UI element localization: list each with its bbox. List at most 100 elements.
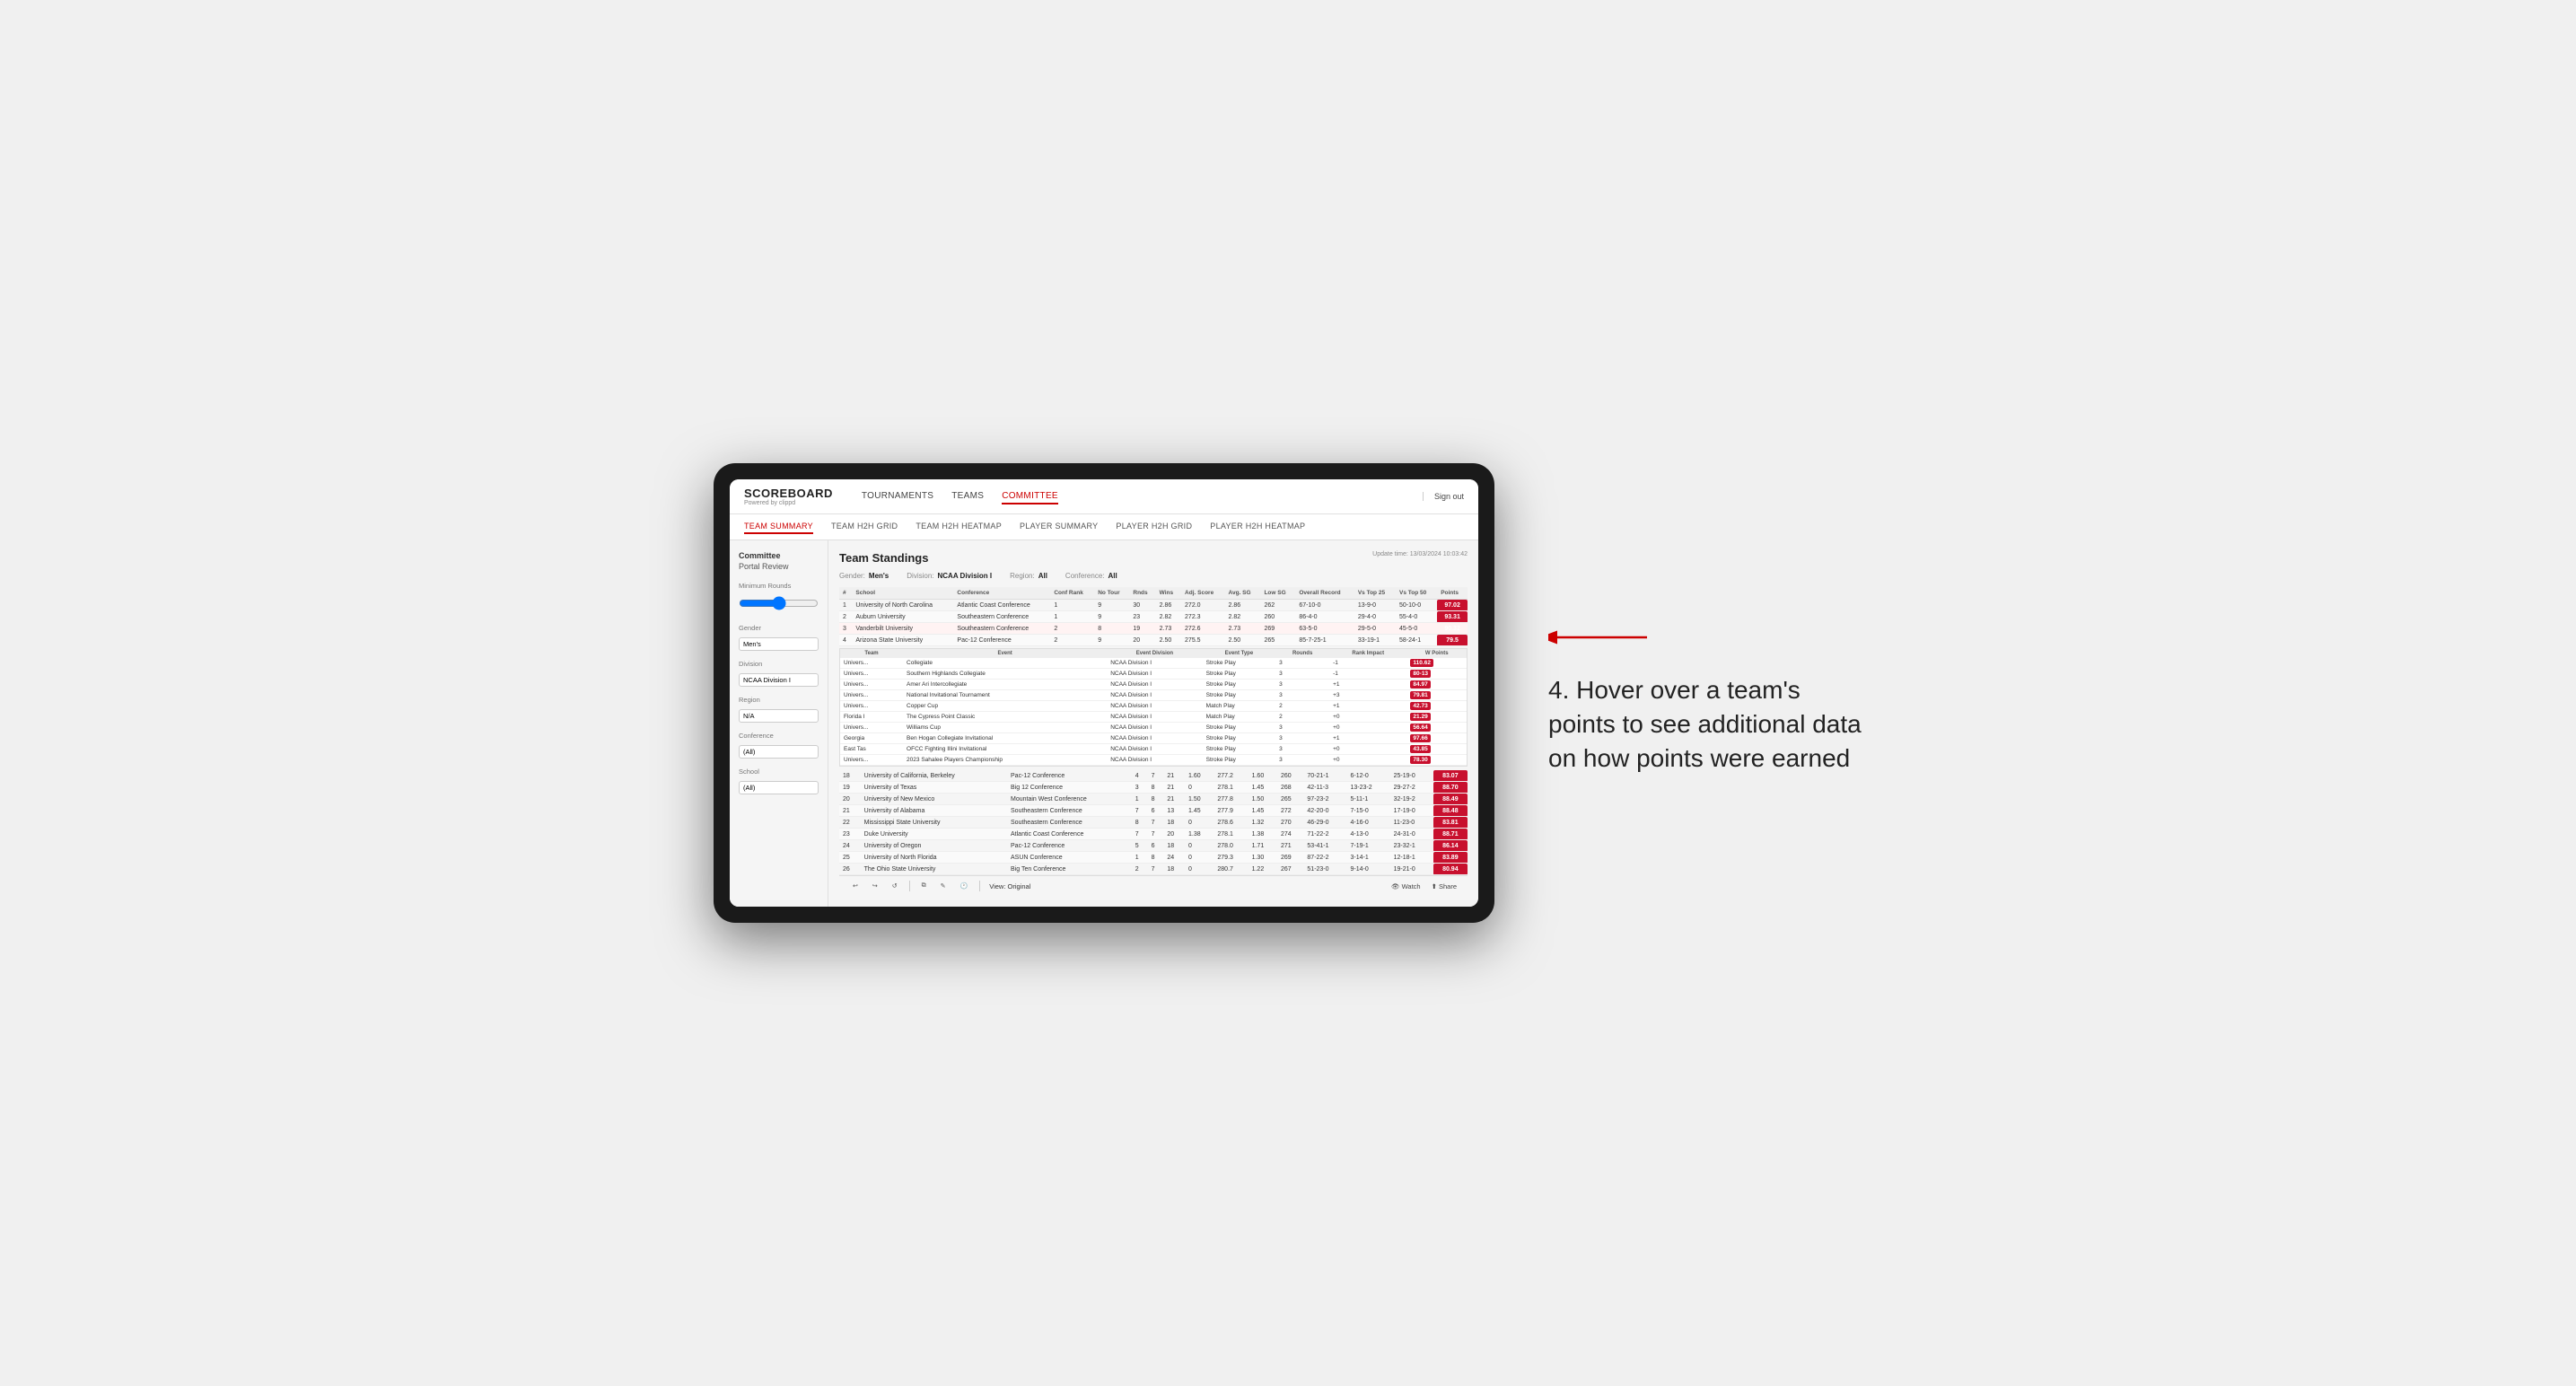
col-vs50: Vs Top 50 (1396, 587, 1437, 600)
expanded-table-row: Univers... National Invitational Tournam… (840, 690, 1467, 701)
copy-button[interactable]: ⧉ (919, 882, 929, 890)
avg-sg-cell: 1.32 (1249, 817, 1277, 829)
subnav-player-summary[interactable]: PLAYER SUMMARY (1020, 520, 1098, 534)
vs50-cell: 24-31-0 (1390, 829, 1433, 840)
rnds-cell: 30 (1129, 600, 1155, 611)
overall-cell: 46-29-0 (1303, 817, 1346, 829)
rank-cell: 26 (839, 864, 861, 875)
conf-rank-cell: 1 (1132, 852, 1148, 864)
filters-row: Gender: Men's Division: NCAA Division I … (839, 572, 1468, 580)
watch-button[interactable]: 👁 Watch (1391, 882, 1421, 890)
region-select[interactable]: N/A (739, 709, 819, 723)
conf-cell: Southeastern Conference (1007, 817, 1132, 829)
low-sg-cell: 260 (1260, 611, 1295, 623)
col-points: Points (1437, 587, 1468, 600)
vs50-cell: 45-5-0 (1396, 623, 1437, 635)
exp-rounds: 3 (1275, 744, 1329, 755)
col-rank: # (839, 587, 852, 600)
table-row: 26 The Ohio State University Big Ten Con… (839, 864, 1468, 875)
points-cell[interactable]: 79.5 (1437, 635, 1468, 646)
rnds-cell: 21 (1163, 794, 1185, 805)
vs50-cell: 58-24-1 (1396, 635, 1437, 646)
subnav-team-summary[interactable]: TEAM SUMMARY (744, 520, 813, 534)
points-cell[interactable]: 86.14 (1433, 840, 1468, 852)
school-select[interactable]: (All) (739, 781, 819, 794)
sign-out-button[interactable]: Sign out (1423, 492, 1464, 501)
exp-team: Univers... (840, 701, 903, 712)
toolbar-divider-2 (979, 881, 980, 891)
table-row: 19 University of Texas Big 12 Conference… (839, 782, 1468, 794)
edit-button[interactable]: ✎ (938, 882, 949, 890)
points-cell[interactable]: 83.81 (1433, 817, 1468, 829)
min-rounds-slider[interactable] (739, 596, 819, 610)
subnav-team-h2h-heatmap[interactable]: TEAM H2H HEATMAP (916, 520, 1002, 534)
subnav-player-h2h-grid[interactable]: PLAYER H2H GRID (1116, 520, 1192, 534)
exp-type: Stroke Play (1203, 658, 1276, 669)
adj-score-cell: 278.1 (1214, 782, 1248, 794)
exp-event: OFCC Fighting Illini Invitational (903, 744, 1107, 755)
exp-col-type: Event Type (1203, 649, 1276, 658)
nav-committee[interactable]: COMMITTEE (1002, 489, 1058, 504)
conf-rank-cell: 5 (1132, 840, 1148, 852)
points-cell[interactable]: 88.71 (1433, 829, 1468, 840)
sidebar-division: Division NCAA Division I (739, 660, 819, 687)
update-time: Update time: 13/03/2024 10:03:42 (1372, 551, 1468, 557)
exp-rank-impact: +1 (1329, 701, 1406, 712)
exp-col-wpoints: W Points (1406, 649, 1467, 658)
wins-cell: 1.38 (1185, 829, 1214, 840)
conf-rank-cell: 4 (1132, 770, 1148, 782)
points-cell[interactable]: 88.70 (1433, 782, 1468, 794)
subnav-team-h2h-grid[interactable]: TEAM H2H GRID (831, 520, 898, 534)
exp-type: Stroke Play (1203, 733, 1276, 744)
conference-select[interactable]: (All) (739, 745, 819, 759)
expanded-table-row: Univers... Collegiate NCAA Division I St… (840, 658, 1467, 669)
rnds-cell: 20 (1129, 635, 1155, 646)
nav-tournaments[interactable]: TOURNAMENTS (862, 489, 933, 504)
subnav-player-h2h-heatmap[interactable]: PLAYER H2H HEATMAP (1210, 520, 1305, 534)
view-label[interactable]: View: Original (989, 882, 1030, 890)
division-select[interactable]: NCAA Division I (739, 673, 819, 687)
refresh-button[interactable]: ↺ (889, 882, 900, 890)
gender-select[interactable]: Men's (739, 637, 819, 651)
sidebar-school-label: School (739, 768, 819, 776)
adj-score-cell: 277.9 (1214, 805, 1248, 817)
bottom-standings-table: 18 University of California, Berkeley Pa… (839, 770, 1468, 875)
filter-division: Division: NCAA Division I (907, 572, 992, 580)
redo-button[interactable]: ↪ (870, 882, 881, 890)
wins-cell: 0 (1185, 852, 1214, 864)
filter-region-value: All (1038, 572, 1047, 580)
time-button[interactable]: 🕐 (958, 882, 971, 890)
nav-teams[interactable]: TEAMS (951, 489, 984, 504)
no-tour-cell: 8 (1094, 623, 1129, 635)
undo-button[interactable]: ↩ (850, 882, 861, 890)
exp-wpoints: 43.85 (1406, 744, 1467, 755)
exp-event: Copper Cup (903, 701, 1107, 712)
vs50-cell: 17-19-0 (1390, 805, 1433, 817)
points-cell[interactable]: 80.94 (1433, 864, 1468, 875)
low-sg-cell: 274 (1277, 829, 1303, 840)
vs25-cell: 7-15-0 (1347, 805, 1390, 817)
points-cell[interactable]: 88.49 (1433, 794, 1468, 805)
points-cell[interactable]: 93.31 (1437, 611, 1468, 623)
rnds-cell: 13 (1163, 805, 1185, 817)
wins-cell: 1.60 (1185, 770, 1214, 782)
expanded-header-row: Team Event Event Division Event Type Rou… (840, 649, 1467, 658)
school-cell: University of New Mexico (861, 794, 1007, 805)
conf-cell: Southeastern Conference (1007, 805, 1132, 817)
points-cell[interactable]: 88.48 (1433, 805, 1468, 817)
avg-sg-cell: 1.60 (1249, 770, 1277, 782)
col-school: School (852, 587, 953, 600)
vs50-cell: 12-18-1 (1390, 852, 1433, 864)
exp-type: Stroke Play (1203, 669, 1276, 680)
share-button[interactable]: ⬆ Share (1432, 882, 1457, 890)
no-tour-cell: 9 (1094, 635, 1129, 646)
exp-team: East Tas (840, 744, 903, 755)
points-cell[interactable]: 97.02 (1437, 600, 1468, 611)
overall-cell: 42-11-3 (1303, 782, 1346, 794)
points-cell[interactable]: 83.89 (1433, 852, 1468, 864)
sidebar-school: School (All) (739, 768, 819, 794)
points-cell[interactable]: 83.07 (1433, 770, 1468, 782)
points-cell-highlighted[interactable]: 90.32 (1437, 623, 1468, 635)
tablet-screen: SCOREBOARD Powered by clippd TOURNAMENTS… (730, 479, 1478, 907)
avg-sg-cell: 2.86 (1225, 600, 1261, 611)
